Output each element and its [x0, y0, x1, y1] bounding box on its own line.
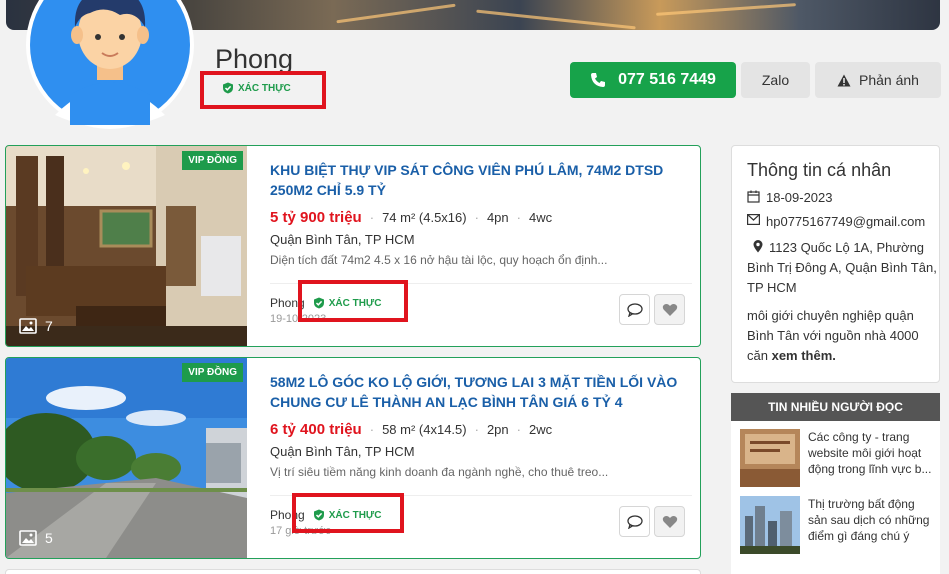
listing-price: 6 tỷ 400 triệu — [270, 421, 362, 438]
email[interactable]: hp0775167749@gmail.com — [766, 214, 925, 229]
listing-location: Quận Bình Tân, TP HCM — [270, 232, 415, 247]
address: 1123 Quốc Lộ 1A, Phường Bình Trị Đông A,… — [747, 240, 937, 295]
news-thumbnail — [740, 496, 800, 554]
envelope-icon — [747, 214, 760, 225]
news-thumbnail — [740, 429, 800, 487]
photo-count[interactable]: 7 — [19, 318, 53, 334]
report-button[interactable]: Phản ánh — [815, 62, 941, 98]
bio: môi giới chuyên nghiệp quận Bình Tân với… — [747, 306, 939, 366]
join-date: 18-09-2023 — [766, 190, 833, 205]
photo-count-value: 5 — [45, 530, 53, 546]
listing-location: Quận Bình Tân, TP HCM — [270, 444, 415, 459]
zalo-button[interactable]: Zalo — [741, 62, 810, 98]
highlight-box — [200, 71, 326, 109]
calendar-icon — [747, 190, 760, 203]
chat-button[interactable] — [619, 506, 650, 537]
listing-bathrooms: 2wc — [529, 422, 553, 437]
listing-info: KHU BIỆT THỰ VIP SÁT CÔNG VIÊN PHÚ LÂM, … — [270, 160, 690, 267]
warning-icon — [837, 74, 851, 86]
address-row: 1123 Quốc Lộ 1A, Phường Bình Trị Đông A,… — [747, 238, 939, 298]
personal-info-card: Thông tin cá nhân 18-09-2023 hp077516774… — [731, 145, 940, 383]
listing-meta: 6 tỷ 400 triệu · 58 m² (4x14.5) · 2pn · … — [270, 421, 690, 438]
join-date-row: 18-09-2023 — [747, 190, 939, 205]
separator-dot: · — [516, 422, 521, 437]
listing-image[interactable]: VIP ĐỒNG 5 — [6, 358, 247, 558]
listing-bedrooms: 4pn — [486, 210, 509, 225]
heart-icon — [662, 303, 677, 316]
vip-badge: VIP ĐỒNG — [182, 363, 243, 382]
listing-bedrooms: 2pn — [486, 422, 509, 437]
highlight-box — [298, 280, 408, 322]
phone-number: 077 516 7449 — [618, 71, 716, 88]
separator-dot: · — [369, 210, 375, 225]
favorite-button[interactable] — [654, 506, 685, 537]
chat-button[interactable] — [619, 294, 650, 325]
listing-title[interactable]: KHU BIỆT THỰ VIP SÁT CÔNG VIÊN PHÚ LÂM, … — [270, 160, 690, 200]
listing-photo — [6, 358, 247, 558]
image-icon — [19, 530, 37, 546]
chat-bubble-icon — [626, 302, 643, 317]
listing-bathrooms: 4wc — [529, 210, 553, 225]
separator-dot: · — [516, 210, 521, 225]
popular-news-header: TIN NHIỀU NGƯỜI ĐỌC — [731, 393, 940, 421]
chat-bubble-icon — [626, 514, 643, 529]
news-title: Thị trường bất động sản sau dịch có nhữn… — [808, 497, 930, 543]
separator-dot: · — [369, 422, 375, 437]
listing-image[interactable]: VIP ĐỒNG 7 — [6, 146, 247, 346]
image-icon — [19, 318, 37, 334]
listing-description: Diện tích đất 74m2 4.5 x 16 nở hậu tài l… — [270, 253, 608, 267]
listing-meta: 5 tỷ 900 triệu · 74 m² (4.5x16) · 4pn · … — [270, 209, 690, 226]
map-pin-icon — [753, 240, 763, 253]
see-more-link[interactable]: xem thêm. — [772, 348, 836, 363]
favorite-button[interactable] — [654, 294, 685, 325]
listing-photo — [6, 146, 247, 346]
popular-news-list: Các công ty - trang website môi giới hoạ… — [731, 421, 940, 574]
photo-count-value: 7 — [45, 318, 53, 334]
photo-count[interactable]: 5 — [19, 530, 53, 546]
listing-card[interactable] — [5, 569, 701, 574]
listing-description: Vị trí siêu tiềm năng kinh doanh đa ngàn… — [270, 465, 609, 479]
heart-icon — [662, 515, 677, 528]
vip-badge: VIP ĐỒNG — [182, 151, 243, 170]
highlight-box — [292, 493, 404, 533]
news-item[interactable]: Các công ty - trang website môi giới hoạ… — [740, 429, 935, 487]
listing-title[interactable]: 58M2 LÔ GÓC KO LỘ GIỚI, TƯƠNG LAI 3 MẶT … — [270, 372, 690, 412]
email-row: hp0775167749@gmail.com — [747, 214, 939, 229]
call-button[interactable]: 077 516 7449 — [570, 62, 736, 98]
phone-icon — [591, 73, 606, 87]
zalo-label: Zalo — [761, 72, 790, 88]
avatar — [26, 0, 194, 129]
separator-dot: · — [474, 422, 479, 437]
separator-dot: · — [474, 210, 479, 225]
listing-price: 5 tỷ 900 triệu — [270, 209, 362, 226]
listing-area: 58 m² (4x14.5) — [382, 422, 467, 437]
report-label: Phản ánh — [859, 72, 919, 88]
listing-area: 74 m² (4.5x16) — [382, 210, 467, 225]
listing-info: 58M2 LÔ GÓC KO LỘ GIỚI, TƯƠNG LAI 3 MẶT … — [270, 372, 690, 479]
profile-page: Phong XÁC THỰC 077 516 7449 Zalo Phản án… — [0, 0, 949, 574]
news-item[interactable]: Thị trường bất động sản sau dịch có nhữn… — [740, 496, 935, 554]
personal-info-title: Thông tin cá nhân — [747, 160, 892, 180]
news-title: Các công ty - trang website môi giới hoạ… — [808, 430, 932, 476]
